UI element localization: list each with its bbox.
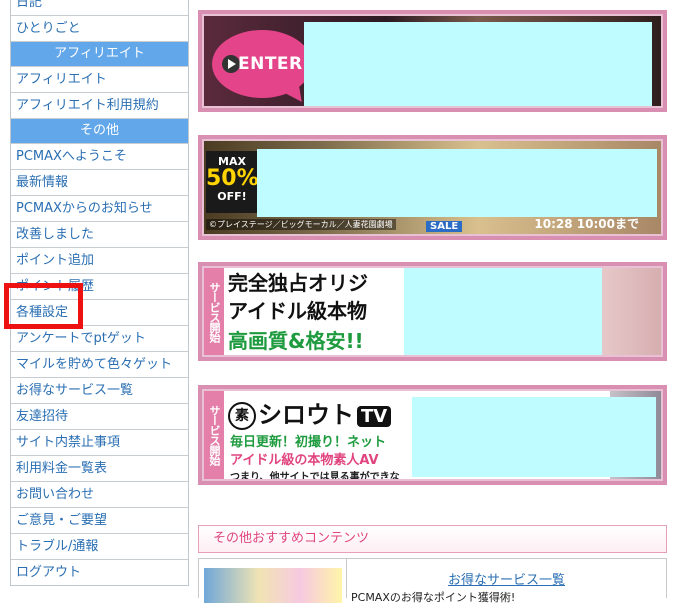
sidebar-item-affiliate-terms[interactable]: アフィリエイト利用規約 — [11, 93, 188, 119]
banner-line-3: 高画質&格安!! — [228, 329, 364, 353]
sidebar-item-survey[interactable]: アンケートでptゲット — [11, 326, 188, 352]
redacted-area — [257, 149, 657, 217]
banner-line-3: つまり、他サイトでは見る事ができな — [230, 472, 400, 479]
enter-banner-image: ENTER — [204, 16, 661, 106]
tv-badge: TV — [357, 405, 392, 427]
banner-line-1-text: 完全独占オリジ — [228, 271, 368, 295]
copyright-text: ©プレイステージ／ビッグモーカル／人妻花園劇場 — [206, 219, 396, 230]
shirouto-tv-banner[interactable]: サービス開始 素シロウト TV 毎日更新！初撮り！ネット アイドル級の本物素人AV… — [198, 385, 667, 485]
original-content-banner-image: サービス開始 完全独占オリジ アイドル級本物 高画質&格安!! — [204, 268, 661, 355]
recommended-item: お得なサービス一覧 PCMAXのお得なポイント獲得術! — [198, 558, 667, 604]
banner-photo — [602, 268, 661, 355]
discount-value: 50% — [206, 166, 259, 191]
sidebar-item-hitorigoto[interactable]: ひとりごと — [11, 16, 188, 42]
sidebar-item-invite[interactable]: 友達招待 — [11, 404, 188, 430]
original-content-banner[interactable]: サービス開始 完全独占オリジ アイドル級本物 高画質&格安!! — [198, 262, 667, 361]
banner-line-2: アイドル級の本物素人AV — [230, 453, 379, 468]
redacted-area — [304, 22, 652, 106]
banner-line-1: 完全独占オリジ — [228, 270, 368, 296]
sidebar-item-feedback[interactable]: ご意見・ご要望 — [11, 508, 188, 534]
shirouto-name: シロウト — [258, 401, 354, 429]
off-label: OFF! — [217, 190, 247, 203]
sidebar-item-contact[interactable]: お問い合わせ — [11, 482, 188, 508]
sidebar-item-notices[interactable]: PCMAXからのお知らせ — [11, 196, 188, 222]
sidebar-item-prohibited[interactable]: サイト内禁止事項 — [11, 430, 188, 456]
recommended-description: PCMAXのお得なポイント獲得術! — [351, 591, 516, 604]
sidebar-item-fees[interactable]: 利用料金一覧表 — [11, 456, 188, 482]
sidebar-item-settings[interactable]: 各種設定 — [11, 300, 188, 326]
sidebar-item-welcome[interactable]: PCMAXへようこそ — [11, 144, 188, 170]
sidebar-header-affiliate: アフィリエイト — [11, 42, 188, 67]
sidebar-item-improvements[interactable]: 改善しました — [11, 222, 188, 248]
sidebar-item-point-history[interactable]: ポイント履歴 — [11, 274, 188, 300]
recommended-thumbnail[interactable] — [204, 568, 342, 603]
sidebar-item-affiliate[interactable]: アフィリエイト — [11, 67, 188, 93]
sidebar-item-logout[interactable]: ログアウト — [11, 560, 188, 585]
sale-date: 10:28 10:00まで — [534, 217, 639, 231]
banner-line-1: 毎日更新！初撮り！ネット — [230, 435, 387, 450]
sidebar-item-services[interactable]: お得なサービス一覧 — [11, 378, 188, 404]
sidebar-item-add-points[interactable]: ポイント追加 — [11, 248, 188, 274]
sidebar-item-miles[interactable]: マイルを貯めて色々ゲット — [11, 352, 188, 378]
sidebar-header-other: その他 — [11, 119, 188, 144]
redacted-area — [404, 268, 602, 355]
shirouto-mark-icon: 素 — [228, 402, 256, 430]
enter-label: ENTER — [238, 54, 303, 74]
banner-line-2: アイドル級本物 — [228, 299, 367, 323]
redacted-area — [412, 397, 656, 477]
enter-banner[interactable]: ENTER — [198, 10, 667, 112]
service-start-tab: サービス開始 — [204, 391, 224, 479]
services-link[interactable]: お得なサービス一覧 — [347, 569, 666, 588]
sale-tag: SALE — [426, 221, 463, 232]
sidebar-item-diary[interactable]: 日記 — [11, 0, 188, 16]
section-title: その他おすすめコンテンツ — [198, 525, 667, 553]
sale-banner[interactable]: MAX 50% OFF! ©プレイステージ／ビッグモーカル／人妻花園劇場 SAL… — [198, 135, 667, 240]
sidebar-item-report[interactable]: トラブル/通報 — [11, 534, 188, 560]
discount-badge: MAX 50% OFF! — [206, 151, 259, 213]
sidebar-menu: 日記 ひとりごと アフィリエイト アフィリエイト アフィリエイト利用規約 その他… — [10, 0, 189, 586]
service-start-tab: サービス開始 — [204, 268, 224, 355]
shirouto-tv-banner-image: サービス開始 素シロウト TV 毎日更新！初撮り！ネット アイドル級の本物素人AV… — [204, 391, 661, 479]
shirouto-logo: 素シロウト TV — [228, 395, 392, 430]
sidebar-item-latest-info[interactable]: 最新情報 — [11, 170, 188, 196]
sale-banner-image: MAX 50% OFF! ©プレイステージ／ビッグモーカル／人妻花園劇場 SAL… — [204, 141, 661, 234]
